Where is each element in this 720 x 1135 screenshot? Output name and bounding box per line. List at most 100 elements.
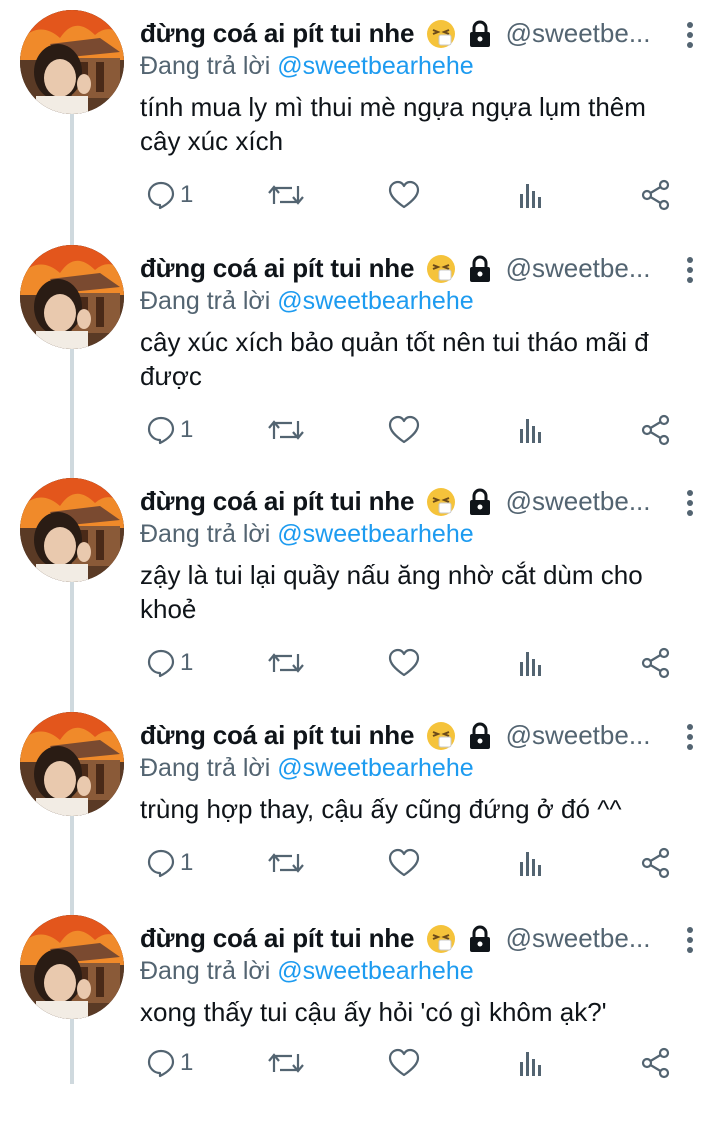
more-options-icon[interactable] [680, 722, 700, 752]
share-icon [641, 647, 670, 679]
retweet-icon [268, 185, 304, 205]
like-button[interactable] [388, 175, 420, 215]
reply-mention-link[interactable]: @sweetbearhehe [277, 957, 473, 985]
more-options-icon[interactable] [680, 488, 700, 518]
more-options-icon[interactable] [680, 925, 700, 955]
like-button[interactable] [388, 410, 420, 450]
avatar[interactable] [20, 915, 124, 1019]
retweet-button[interactable] [268, 1043, 304, 1083]
tweet-actions: 1 [140, 843, 680, 883]
share-icon [641, 1047, 670, 1079]
retweet-button[interactable] [268, 643, 304, 683]
avatar-photo [20, 478, 124, 582]
reply-mention-link[interactable]: @sweetbearhehe [277, 52, 473, 80]
display-name[interactable]: đừng coá ai pít tui nhe [140, 486, 414, 516]
avatar[interactable] [20, 712, 124, 816]
sneezing-face-emoji-icon [426, 721, 455, 750]
like-button[interactable] [388, 843, 420, 883]
tweet-actions: 1 [140, 1043, 680, 1083]
heart-icon [388, 180, 420, 209]
analytics-icon [520, 852, 541, 876]
lock-icon [467, 488, 493, 516]
like-button[interactable] [388, 643, 420, 683]
retweet-icon [268, 420, 304, 440]
tweet[interactable]: đừng coá ai pít tui nhe @sweetbe... Đang… [0, 468, 720, 698]
tweet-actions: 1 [140, 175, 680, 215]
share-button[interactable] [640, 643, 672, 683]
tweet-text: trùng hợp thay, cậu ấy cũng đứng ở đó ^^ [140, 794, 622, 824]
replying-to-label: Đang trả lời [140, 754, 271, 782]
share-button[interactable] [640, 175, 672, 215]
retweet-button[interactable] [268, 410, 304, 450]
reply-count: 1 [180, 649, 194, 676]
tweet[interactable]: đừng coá ai pít tui nhe @sweetbe... Đang… [0, 905, 720, 1135]
analytics-button[interactable] [518, 410, 544, 450]
tweet-header: đừng coá ai pít tui nhe @sweetbe... [140, 486, 700, 522]
heart-icon [388, 415, 420, 444]
user-handle[interactable]: @sweetbe... [506, 486, 651, 516]
avatar-photo [20, 712, 124, 816]
reply-count: 1 [180, 416, 194, 443]
reply-button[interactable]: 1 [146, 843, 193, 883]
more-options-icon[interactable] [680, 20, 700, 50]
avatar[interactable] [20, 478, 124, 582]
replying-to-label: Đang trả lời [140, 287, 271, 315]
tweet-text: xong thấy tui cậu ấy hỏi 'có gì khôm ạk?… [140, 997, 607, 1027]
user-handle[interactable]: @sweetbe... [506, 18, 651, 48]
display-name[interactable]: đừng coá ai pít tui nhe [140, 720, 414, 750]
reply-button[interactable]: 1 [146, 1043, 193, 1083]
replying-to: Đang trả lời @sweetbearhehe [140, 957, 474, 986]
display-name[interactable]: đừng coá ai pít tui nhe [140, 253, 414, 283]
like-button[interactable] [388, 1043, 420, 1083]
avatar[interactable] [20, 10, 124, 114]
retweet-icon [268, 853, 304, 873]
reply-mention-link[interactable]: @sweetbearhehe [277, 754, 473, 782]
user-handle[interactable]: @sweetbe... [506, 923, 651, 953]
analytics-button[interactable] [518, 175, 544, 215]
more-options-icon[interactable] [680, 255, 700, 285]
tweet-text: cây xúc xích bảo quản tốt nên tui tháo m… [140, 327, 649, 391]
tweet[interactable]: đừng coá ai pít tui nhe @sweetbe... Đang… [0, 0, 720, 230]
reply-icon [147, 181, 175, 210]
reply-icon [147, 416, 175, 445]
analytics-button[interactable] [518, 1043, 544, 1083]
lock-icon [467, 925, 493, 953]
user-handle[interactable]: @sweetbe... [506, 720, 651, 750]
tweet[interactable]: đừng coá ai pít tui nhe @sweetbe... Đang… [0, 235, 720, 465]
share-icon [641, 414, 670, 446]
analytics-button[interactable] [518, 643, 544, 683]
reply-mention-link[interactable]: @sweetbearhehe [277, 287, 473, 315]
avatar-photo [20, 245, 124, 349]
tweet[interactable]: đừng coá ai pít tui nhe @sweetbe... Đang… [0, 702, 720, 932]
analytics-button[interactable] [518, 843, 544, 883]
reply-icon [147, 849, 175, 878]
reply-count: 1 [180, 849, 194, 876]
reply-button[interactable]: 1 [146, 175, 193, 215]
retweet-button[interactable] [268, 843, 304, 883]
tweet-header: đừng coá ai pít tui nhe @sweetbe... [140, 720, 700, 756]
replying-to-label: Đang trả lời [140, 520, 271, 548]
reply-button[interactable]: 1 [146, 643, 193, 683]
retweet-button[interactable] [268, 175, 304, 215]
lock-icon [467, 255, 493, 283]
analytics-icon [520, 419, 541, 443]
avatar-photo [20, 915, 124, 1019]
share-button[interactable] [640, 410, 672, 450]
analytics-icon [520, 652, 541, 676]
display-name[interactable]: đừng coá ai pít tui nhe [140, 18, 414, 48]
reply-icon [147, 1049, 175, 1078]
reply-button[interactable]: 1 [146, 410, 193, 450]
reply-icon [147, 649, 175, 678]
replying-to-label: Đang trả lời [140, 52, 271, 80]
reply-mention-link[interactable]: @sweetbearhehe [277, 520, 473, 548]
retweet-icon [268, 1053, 304, 1073]
share-button[interactable] [640, 1043, 672, 1083]
tweet-actions: 1 [140, 643, 680, 683]
share-icon [641, 847, 670, 879]
avatar[interactable] [20, 245, 124, 349]
replying-to: Đang trả lời @sweetbearhehe [140, 287, 474, 316]
user-handle[interactable]: @sweetbe... [506, 253, 651, 283]
tweet-header: đừng coá ai pít tui nhe @sweetbe... [140, 18, 700, 54]
display-name[interactable]: đừng coá ai pít tui nhe [140, 923, 414, 953]
share-button[interactable] [640, 843, 672, 883]
